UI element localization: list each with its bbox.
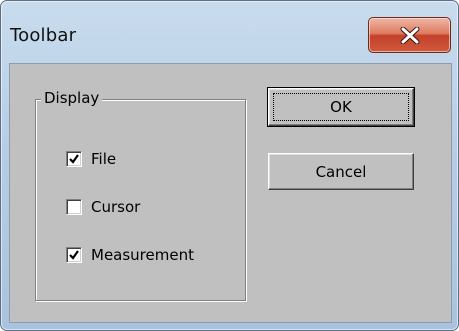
checkmark-icon — [69, 250, 79, 260]
focus-ring — [273, 93, 409, 121]
checkbox-measurement-label: Measurement — [91, 246, 194, 264]
display-group-label: Display — [41, 88, 103, 108]
checkbox-cursor-label: Cursor — [91, 198, 141, 216]
ok-button[interactable]: OK — [267, 87, 415, 127]
dialog-window: Toolbar Display File Cursor Measurement … — [0, 0, 459, 331]
cancel-button[interactable]: Cancel — [268, 153, 414, 190]
checkbox-file-box[interactable] — [66, 151, 82, 167]
close-button[interactable] — [368, 17, 451, 53]
checkbox-measurement-box[interactable] — [66, 247, 82, 263]
dialog-client-area: Display File Cursor Measurement OK Cance… — [9, 63, 452, 323]
checkmark-icon — [69, 154, 79, 164]
checkbox-cursor-box[interactable] — [66, 199, 82, 215]
window-title: Toolbar — [10, 25, 77, 46]
checkbox-file-label: File — [91, 150, 117, 168]
close-icon — [400, 27, 420, 44]
cancel-button-label: Cancel — [315, 162, 367, 181]
